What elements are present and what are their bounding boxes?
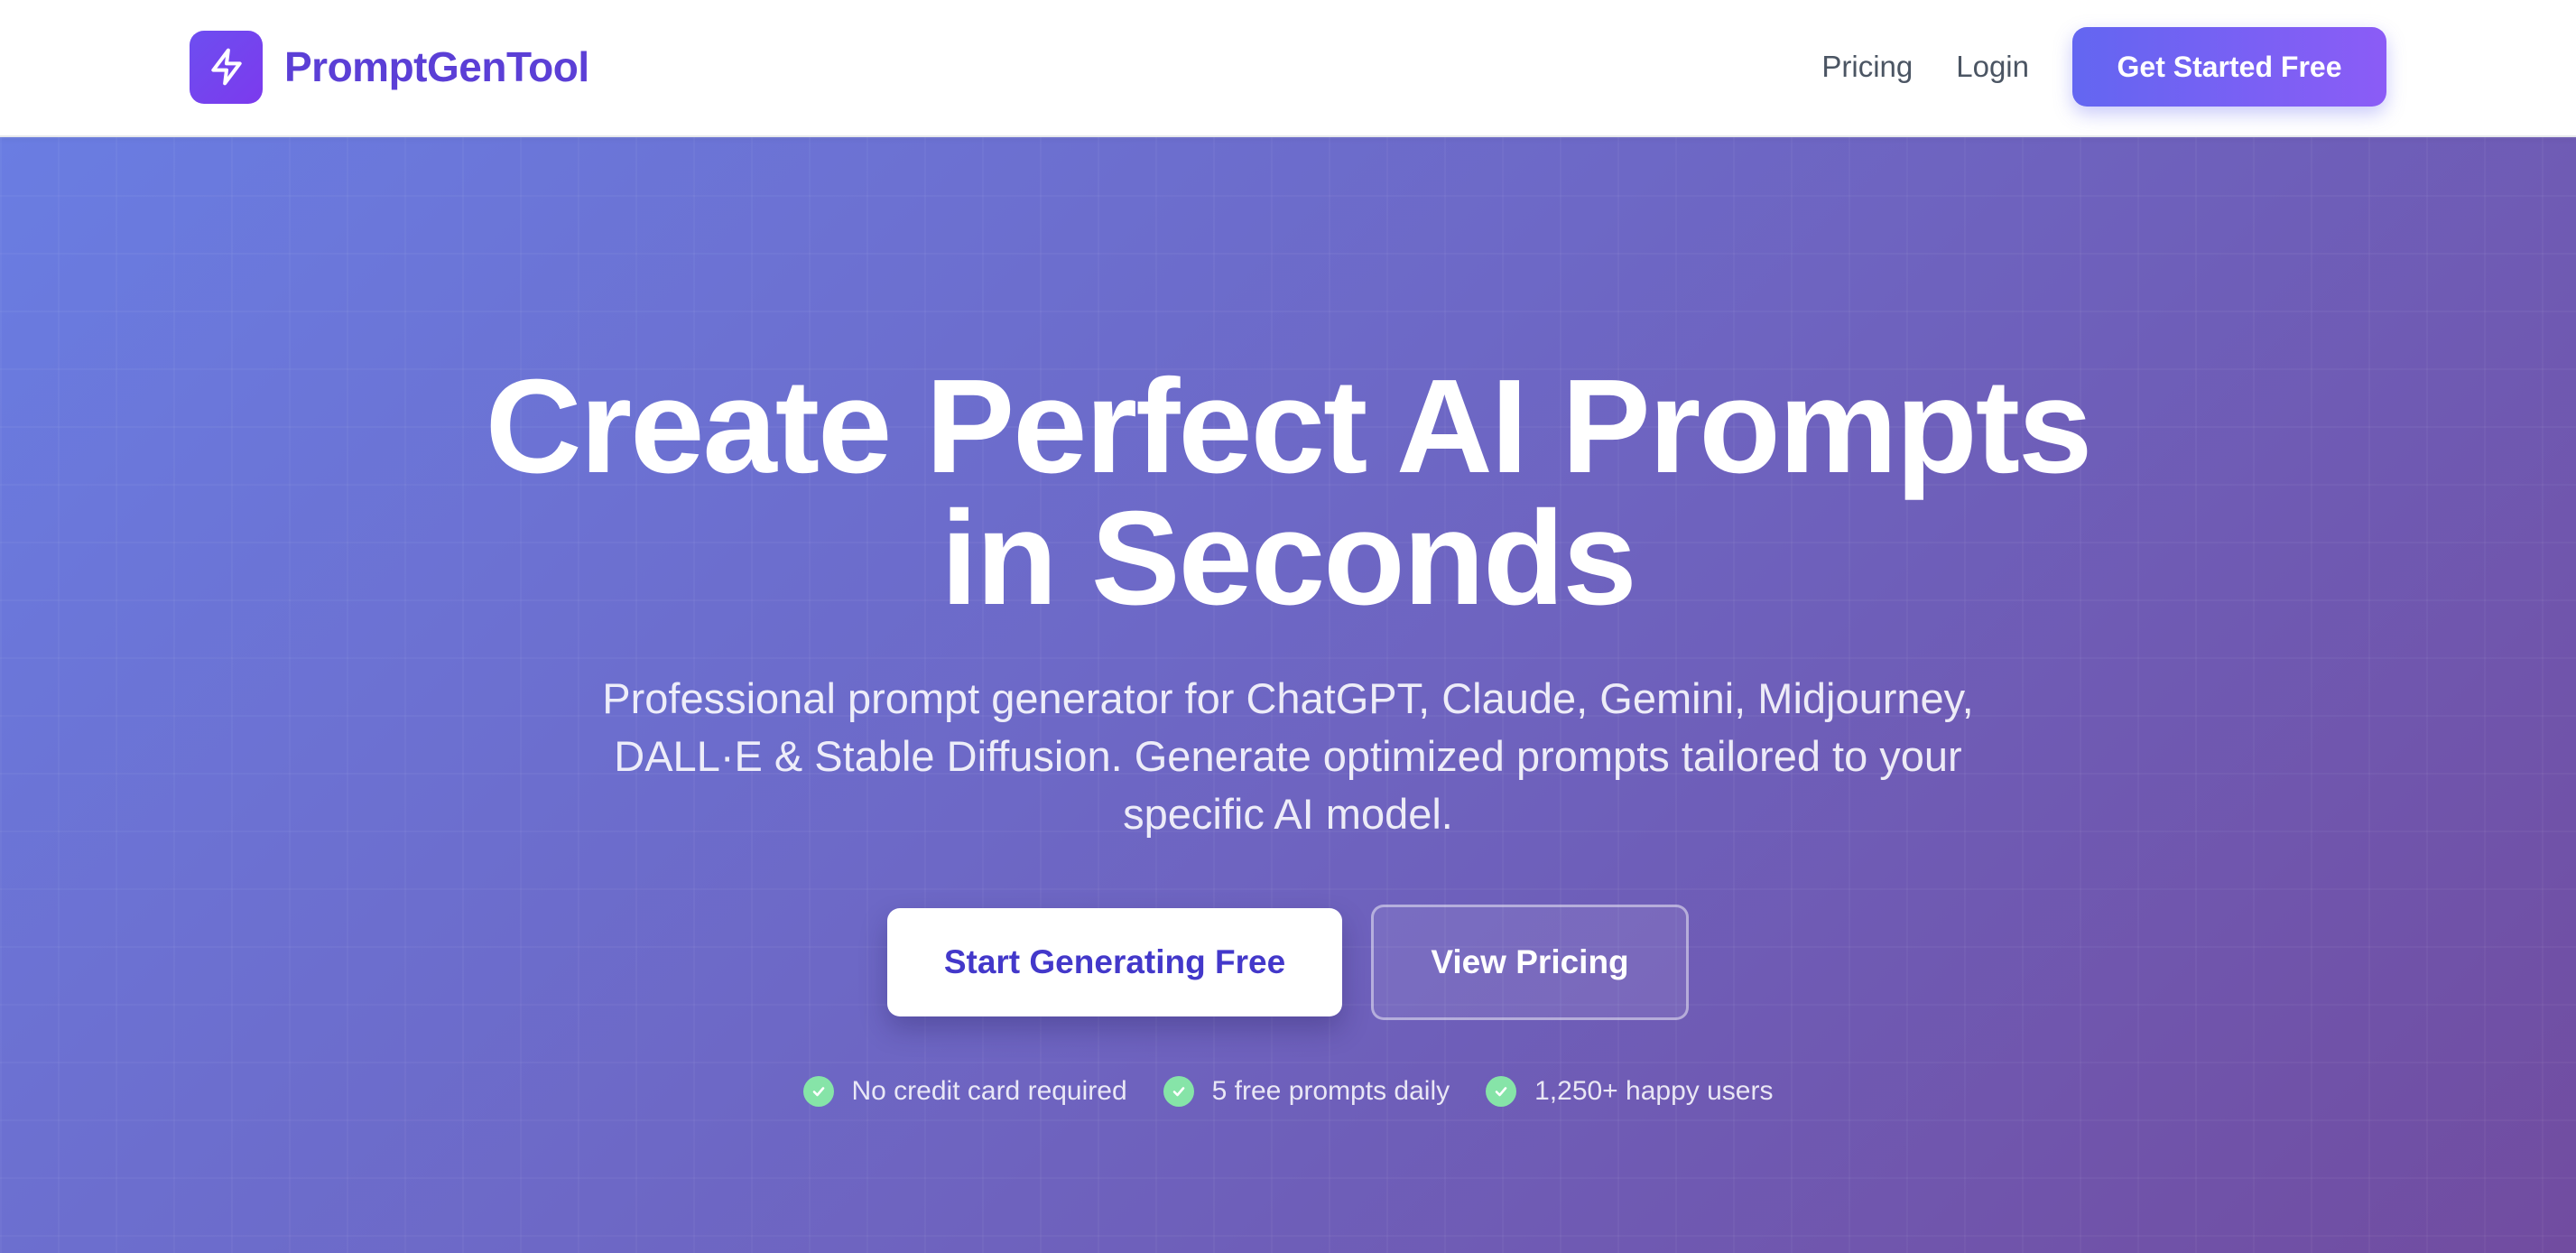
nav-link-login[interactable]: Login — [1956, 50, 2029, 84]
landing-page: PromptGenTool Pricing Login Get Started … — [0, 0, 2576, 1253]
hero-subtitle: Professional prompt generator for ChatGP… — [602, 674, 1974, 838]
top-navbar: PromptGenTool Pricing Login Get Started … — [0, 0, 2576, 137]
get-started-button[interactable]: Get Started Free — [2072, 27, 2386, 107]
check-circle-icon — [1163, 1076, 1194, 1107]
lightning-bolt-icon — [190, 30, 263, 104]
nav-link-pricing[interactable]: Pricing — [1821, 50, 1913, 84]
trust-badges: No credit card required 5 free prompts d… — [0, 1076, 2576, 1107]
trust-badge-happy-users: 1,250+ happy users — [1486, 1076, 1773, 1107]
trust-badge-label: 1,250+ happy users — [1534, 1076, 1774, 1106]
check-circle-icon — [1486, 1076, 1517, 1107]
hero-section: Create Perfect AI Prompts in Seconds Pro… — [0, 137, 2576, 1253]
trust-badge-label: No credit card required — [851, 1076, 1127, 1106]
hero-cta-row: Start Generating Free View Pricing — [0, 905, 2576, 1020]
hero-title: Create Perfect AI Prompts in Seconds — [0, 352, 2576, 633]
start-generating-button[interactable]: Start Generating Free — [887, 908, 1342, 1016]
brand-home-link[interactable]: PromptGenTool — [190, 30, 589, 104]
trust-badge-no-credit-card: No credit card required — [802, 1076, 1127, 1107]
check-circle-icon — [802, 1076, 834, 1107]
brand-name: PromptGenTool — [284, 43, 589, 90]
view-pricing-button[interactable]: View Pricing — [1371, 905, 1689, 1020]
hero-title-line-2: in Seconds — [941, 484, 1637, 633]
nav-links: Pricing Login Get Started Free — [1821, 26, 2386, 107]
trust-badge-free-prompts: 5 free prompts daily — [1163, 1076, 1450, 1107]
trust-badge-label: 5 free prompts daily — [1211, 1076, 1450, 1106]
hero-title-line-1: Create Perfect AI Prompts — [485, 352, 2093, 501]
